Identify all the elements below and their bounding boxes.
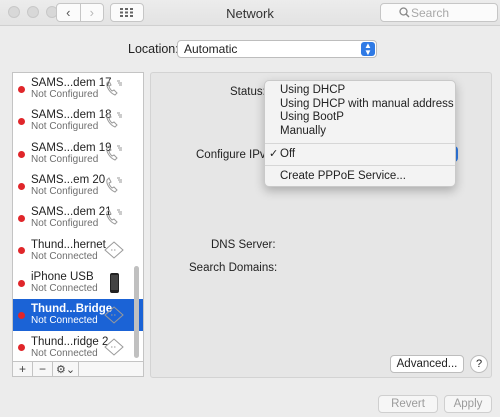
menu-item-dhcp-manual[interactable]: Using DHCP with manual address bbox=[265, 98, 455, 112]
search-domains-label: Search Domains: bbox=[189, 262, 278, 274]
status-dot bbox=[18, 182, 25, 190]
phone-modem-icon bbox=[103, 176, 125, 196]
location-label: Location: bbox=[128, 42, 179, 56]
service-status: Not Configured bbox=[31, 89, 99, 101]
ethernet-icon bbox=[103, 305, 125, 325]
service-item[interactable]: SAMS...dem 19 Not Configured bbox=[13, 138, 143, 170]
service-list-toolbar: + − ⚙⌄ bbox=[12, 361, 144, 377]
service-name: SAMS...dem 21 bbox=[31, 206, 112, 219]
service-item[interactable]: SAMS...dem 18 Not Configured bbox=[13, 105, 143, 137]
service-name: Thund...hernet bbox=[31, 238, 106, 251]
dns-server-label: DNS Server: bbox=[211, 239, 276, 251]
menu-item-off[interactable]: ✓ Off bbox=[265, 148, 455, 162]
menu-item-off-label: Off bbox=[280, 147, 296, 160]
service-item[interactable]: SAMS...em 20 Not Configured bbox=[13, 170, 143, 202]
status-dot bbox=[18, 86, 25, 93]
service-list[interactable]: SAMS...dem 17 Not Configured SAMS...dem 18… bbox=[12, 72, 144, 362]
revert-button[interactable]: Revert bbox=[378, 395, 438, 413]
location-value: Automatic bbox=[184, 42, 238, 56]
service-name: Thund...Bridge bbox=[31, 303, 113, 316]
menu-separator bbox=[265, 142, 455, 144]
service-status: Not Configured bbox=[31, 153, 99, 165]
menu-item-create-pppoe[interactable]: Create PPPoE Service... bbox=[265, 170, 455, 184]
service-name: SAMS...dem 18 bbox=[31, 109, 112, 122]
checkmark-icon: ✓ bbox=[269, 147, 279, 160]
service-status: Not Connected bbox=[31, 282, 98, 294]
status-dot bbox=[18, 312, 25, 320]
updown-arrows-icon: ▲ ▼ bbox=[361, 42, 375, 57]
service-item[interactable]: SAMS...dem 21 Not Configured bbox=[13, 202, 143, 234]
phone-modem-icon bbox=[103, 144, 125, 164]
status-dot bbox=[18, 344, 25, 352]
advanced-button[interactable]: Advanced... bbox=[390, 355, 464, 373]
remove-service-button[interactable]: − bbox=[33, 362, 53, 376]
status-dot bbox=[18, 215, 25, 223]
apply-button[interactable]: Apply bbox=[444, 395, 492, 413]
service-name: Thund...ridge 2 bbox=[31, 335, 109, 348]
status-label: Status: bbox=[230, 86, 266, 98]
status-dot bbox=[18, 247, 25, 255]
service-name: SAMS...dem 19 bbox=[31, 141, 112, 154]
ethernet-icon bbox=[103, 240, 125, 260]
title-bar: ‹ › Network Search bbox=[0, 0, 500, 26]
service-status: Not Configured bbox=[31, 121, 99, 133]
menu-separator bbox=[265, 165, 455, 167]
list-scrollbar[interactable] bbox=[134, 266, 139, 358]
service-name: iPhone USB bbox=[31, 270, 94, 283]
help-button[interactable]: ? bbox=[470, 355, 488, 373]
service-status: Not Connected bbox=[31, 347, 98, 359]
search-placeholder: Search bbox=[411, 5, 450, 20]
iphone-icon bbox=[103, 272, 125, 293]
phone-modem-icon bbox=[103, 111, 125, 131]
search-icon bbox=[399, 7, 410, 18]
status-dot bbox=[18, 118, 25, 126]
menu-item-manually[interactable]: Manually bbox=[265, 125, 455, 139]
service-item[interactable]: Thund...Bridge Not Connected bbox=[13, 299, 143, 332]
status-dot bbox=[18, 279, 25, 287]
service-item[interactable]: SAMS...dem 17 Not Configured bbox=[13, 73, 143, 105]
search-field[interactable]: Search bbox=[380, 3, 498, 22]
service-status: Not Connected bbox=[31, 250, 98, 262]
ethernet-icon bbox=[103, 337, 125, 357]
service-item[interactable]: iPhone USB Not Connected bbox=[13, 267, 143, 299]
phone-modem-icon bbox=[103, 208, 125, 228]
service-name: SAMS...dem 17 bbox=[31, 77, 112, 90]
menu-item-bootp[interactable]: Using BootP bbox=[265, 111, 455, 125]
gear-menu-button[interactable]: ⚙⌄ bbox=[53, 362, 79, 376]
network-window: ‹ › Network Search Location: Automatic ▲… bbox=[0, 0, 500, 417]
service-status: Not Connected bbox=[31, 315, 98, 327]
phone-modem-icon bbox=[103, 79, 125, 99]
service-item[interactable]: Thund...hernet Not Connected bbox=[13, 234, 143, 266]
add-service-button[interactable]: + bbox=[13, 362, 33, 376]
menu-item-dhcp[interactable]: Using DHCP bbox=[265, 84, 455, 98]
service-status: Not Configured bbox=[31, 218, 99, 230]
service-status: Not Configured bbox=[31, 186, 99, 198]
location-select[interactable]: Automatic ▲ ▼ bbox=[177, 40, 377, 58]
service-item[interactable]: Thund...ridge 2 Not Connected bbox=[13, 331, 143, 361]
status-dot bbox=[18, 150, 25, 158]
configure-ipv4-menu: Using DHCP Using DHCP with manual addres… bbox=[264, 80, 456, 187]
service-name: SAMS...em 20 bbox=[31, 174, 106, 187]
